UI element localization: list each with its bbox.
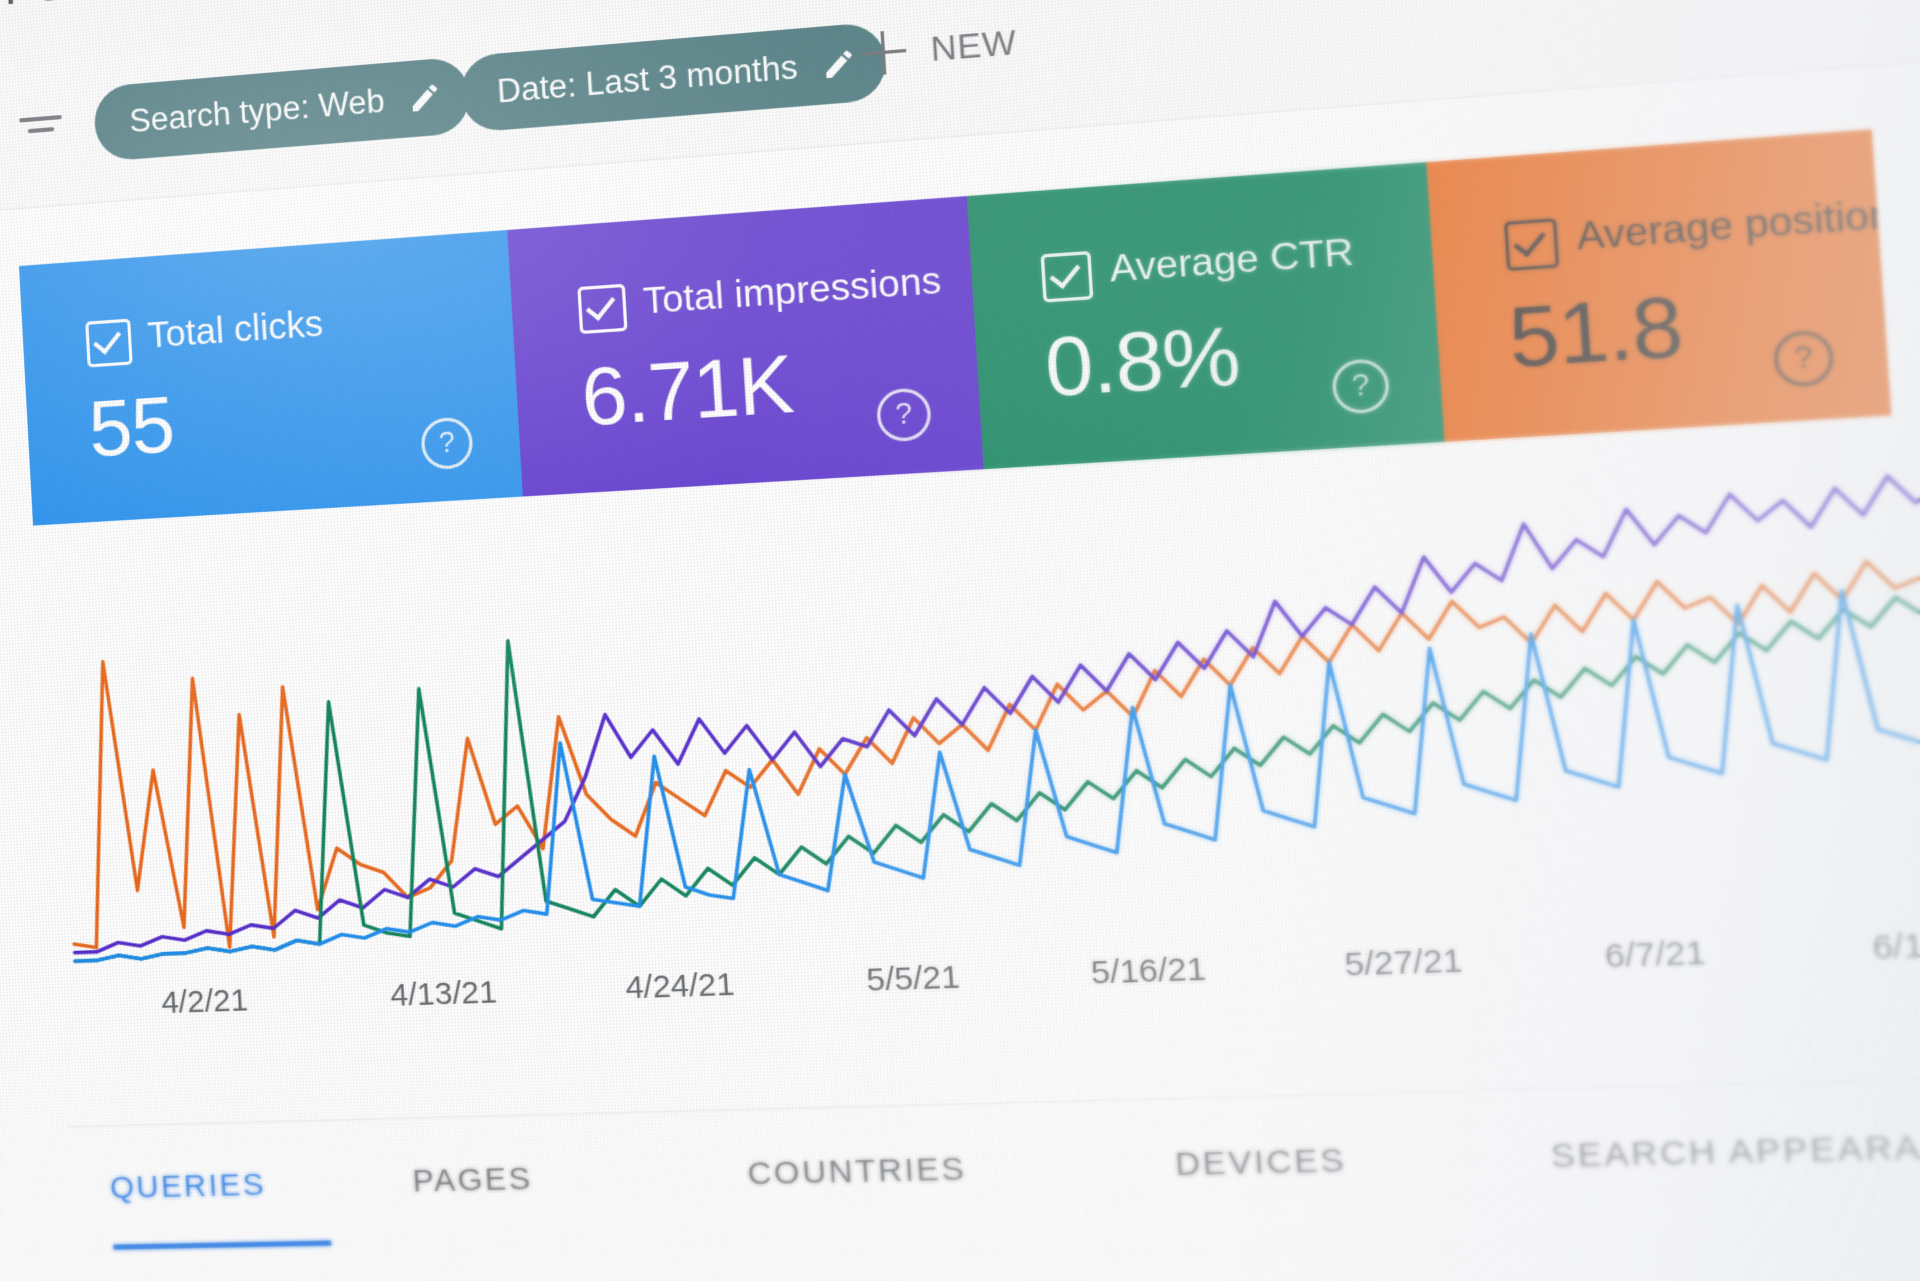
filter-icon[interactable] <box>19 108 63 143</box>
new-filter-label: NEW <box>930 22 1018 69</box>
metric-label-average-ctr: Average CTR <box>1108 230 1355 291</box>
chart-x-tick: 4/13/21 <box>389 975 498 1015</box>
metric-card-average-position[interactable]: Average position 51.8 ? <box>1426 129 1891 442</box>
checkbox-total-impressions[interactable] <box>577 284 627 334</box>
metric-card-total-clicks[interactable]: Total clicks 55 ? <box>19 230 523 526</box>
metric-label-total-impressions: Total impressions <box>642 259 942 323</box>
filter-chip-search-type[interactable]: Search type: Web <box>93 56 472 162</box>
last-updated-text: Last updated: 5 hours ago <box>1793 0 1920 2</box>
page-header: Performance <box>0 0 1920 72</box>
chart-x-tick: 4/2/21 <box>160 983 248 1022</box>
help-icon[interactable]: ? <box>876 387 933 443</box>
performance-chart[interactable]: 4/2/21 4/13/21 4/24/21 5/5/21 5/16/21 5/27/21… <box>33 390 1920 1089</box>
help-icon[interactable]: ? <box>420 416 474 470</box>
pencil-icon[interactable] <box>821 45 858 82</box>
tab-search-appearance[interactable]: SEARCH APPEARANCE <box>1550 1127 1920 1176</box>
metric-value-total-clicks: 55 <box>87 379 177 475</box>
new-filter-button[interactable]: NEW <box>860 20 1017 76</box>
checkbox-average-position[interactable] <box>1504 218 1560 271</box>
chart-line-0 <box>58 520 1920 953</box>
chart-x-tick: 5/5/21 <box>865 959 961 999</box>
checkbox-average-ctr[interactable] <box>1041 251 1094 303</box>
filter-chip-date-label: Date: Last 3 months <box>496 48 799 111</box>
metric-card-average-ctr[interactable]: Average CTR 0.8% ? <box>967 162 1445 469</box>
chart-line-3 <box>56 482 1920 961</box>
metric-label-total-clicks: Total clicks <box>146 303 324 357</box>
monitor-screen: Performance Search type: Web Date: Last … <box>0 0 1920 1281</box>
pencil-icon[interactable] <box>407 80 443 117</box>
chart-x-tick: 4/24/21 <box>624 967 735 1007</box>
help-icon[interactable]: ? <box>1331 358 1391 415</box>
plus-icon <box>860 29 907 76</box>
search-console-performance-page: Performance Search type: Web Date: Last … <box>0 0 1920 1281</box>
tab-queries[interactable]: QUERIES <box>109 1167 267 1206</box>
metric-value-average-ctr: 0.8% <box>1042 307 1242 415</box>
chart-line-2 <box>57 510 1920 961</box>
tab-countries[interactable]: COUNTRIES <box>746 1151 967 1193</box>
chart-x-tick: 5/27/21 <box>1343 942 1463 984</box>
filter-bar: Search type: Web Date: Last 3 months NEW… <box>0 0 1920 217</box>
help-icon[interactable]: ? <box>1772 329 1835 387</box>
dimension-tabs: QUERIES PAGES COUNTRIES DEVICES SEARCH APPEA… <box>66 1068 1920 1254</box>
tab-pages[interactable]: PAGES <box>412 1161 534 1200</box>
metric-label-average-position: Average position <box>1575 192 1891 259</box>
chart-x-tick: 6/7/21 <box>1604 934 1707 976</box>
metric-value-total-impressions: 6.71K <box>579 337 795 444</box>
page-title: Performance <box>2 0 283 16</box>
metric-value-average-position: 51.8 <box>1506 278 1685 387</box>
filter-chip-date[interactable]: Date: Last 3 months <box>459 21 889 133</box>
monitor-photo: Performance Search type: Web Date: Last … <box>0 0 1920 1281</box>
filter-chip-search-type-label: Search type: Web <box>129 82 386 140</box>
performance-chart-svg <box>33 390 1920 984</box>
chart-x-tick: 5/16/21 <box>1090 951 1207 993</box>
metric-cards: Total clicks 55 ? Total impressions 6.71… <box>19 129 1891 525</box>
chart-x-tick: 6/18/21 <box>1871 925 1920 968</box>
checkbox-total-clicks[interactable] <box>85 319 132 368</box>
metric-card-total-impressions[interactable]: Total impressions 6.71K ? <box>507 196 983 497</box>
chart-x-axis-labels: 4/2/21 4/13/21 4/24/21 5/5/21 5/16/21 5/27/21… <box>58 906 1920 1057</box>
active-tab-underline <box>113 1240 332 1249</box>
chart-line-1 <box>53 425 1920 953</box>
tab-devices[interactable]: DEVICES <box>1174 1142 1347 1184</box>
